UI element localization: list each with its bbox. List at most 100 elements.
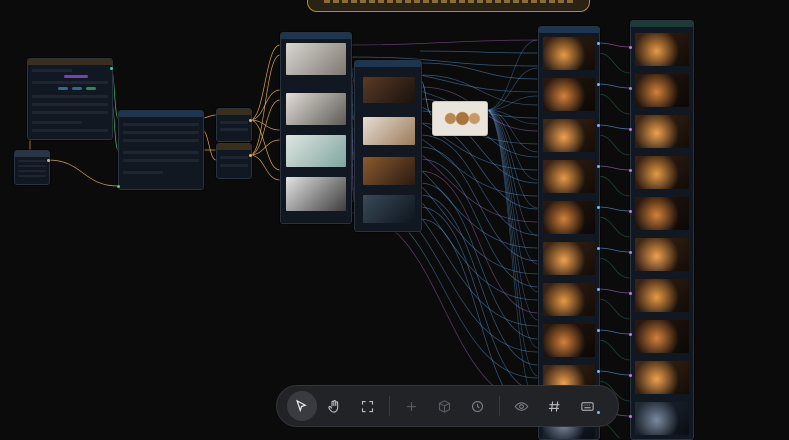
connection-port[interactable] — [628, 373, 632, 377]
connection-port[interactable] — [628, 332, 632, 336]
reference-image[interactable] — [436, 105, 484, 132]
keyboard-button[interactable] — [573, 391, 603, 421]
storyboard-frame[interactable] — [635, 197, 689, 230]
storyboard-frame[interactable] — [635, 156, 689, 189]
reference-image[interactable] — [363, 195, 415, 223]
connection-port[interactable] — [248, 118, 252, 122]
asset-box-button[interactable] — [430, 391, 460, 421]
connection-wire — [597, 175, 631, 197]
node-row[interactable] — [32, 121, 82, 124]
reference-image[interactable] — [363, 157, 415, 185]
storyboard-frame[interactable] — [635, 74, 689, 107]
storyboard-frame[interactable] — [543, 160, 595, 193]
storyboard-frame[interactable] — [635, 115, 689, 148]
connection-port[interactable] — [628, 86, 632, 90]
storyboard-frame[interactable] — [543, 242, 595, 275]
list-item[interactable] — [123, 151, 199, 154]
storyboard-frame[interactable] — [543, 78, 595, 111]
list-item[interactable] — [123, 171, 163, 174]
connection-port[interactable] — [596, 164, 600, 168]
list-item[interactable] — [123, 123, 199, 126]
storyboard-frame[interactable] — [543, 119, 595, 152]
storyboard-frame[interactable] — [635, 33, 689, 66]
node-header[interactable] — [217, 144, 251, 150]
select-tool-button[interactable] — [286, 391, 317, 421]
node-header[interactable] — [217, 109, 251, 115]
connection-port[interactable] — [628, 414, 632, 418]
connection-port[interactable] — [116, 184, 120, 188]
pan-tool-button[interactable] — [320, 391, 350, 421]
cube-icon — [438, 399, 451, 413]
node-row[interactable] — [32, 69, 72, 72]
node-header[interactable] — [355, 61, 421, 67]
list-item[interactable] — [123, 131, 199, 134]
storyboard-column-b[interactable] — [630, 20, 694, 440]
character-reference-group[interactable] — [280, 32, 352, 224]
storyboard-frame[interactable] — [543, 37, 595, 70]
storyboard-frame[interactable] — [635, 238, 689, 271]
mini-table-node[interactable] — [14, 150, 50, 185]
connection-port[interactable] — [628, 127, 632, 131]
table-row — [18, 170, 46, 172]
storyboard-frame[interactable] — [635, 402, 689, 435]
connection-port[interactable] — [628, 45, 632, 49]
storyboard-frame[interactable] — [543, 201, 595, 234]
merge-node-b[interactable] — [216, 143, 252, 179]
connection-port[interactable] — [596, 205, 600, 209]
node-header[interactable] — [631, 21, 693, 27]
node-row[interactable] — [32, 81, 108, 84]
node-row[interactable] — [32, 111, 108, 114]
grid-button[interactable] — [540, 391, 570, 421]
node-header[interactable] — [119, 111, 203, 117]
connection-port[interactable] — [109, 66, 113, 70]
top-notification-banner[interactable] — [307, 0, 590, 12]
connection-port[interactable] — [596, 82, 600, 86]
node-header[interactable] — [15, 151, 49, 157]
connection-port[interactable] — [628, 168, 632, 172]
merge-node-a[interactable] — [216, 108, 252, 142]
node-row[interactable] — [32, 103, 108, 106]
props-reference-node[interactable] — [432, 101, 488, 136]
connection-port[interactable] — [628, 291, 632, 295]
frame-icon — [361, 400, 374, 412]
storyboard-column-a[interactable] — [538, 26, 600, 440]
settings-node[interactable] — [27, 58, 113, 140]
scene-reference-group[interactable] — [354, 60, 422, 232]
node-header[interactable] — [281, 33, 351, 39]
connection-port[interactable] — [46, 158, 50, 162]
list-item[interactable] — [123, 139, 199, 142]
connection-port[interactable] — [596, 41, 600, 45]
connection-wire — [419, 50, 539, 54]
reference-image[interactable] — [363, 117, 415, 145]
storyboard-frame[interactable] — [635, 320, 689, 353]
connection-port[interactable] — [596, 287, 600, 291]
node-header[interactable] — [539, 27, 599, 33]
connection-port[interactable] — [596, 410, 600, 414]
node-row[interactable] — [32, 129, 108, 132]
history-button[interactable] — [463, 391, 493, 421]
reference-image[interactable] — [286, 135, 346, 167]
reference-image[interactable] — [286, 93, 346, 125]
connection-port[interactable] — [596, 123, 600, 127]
storyboard-frame[interactable] — [543, 283, 595, 316]
reference-image[interactable] — [286, 43, 346, 75]
add-node-button[interactable] — [397, 391, 427, 421]
prompt-splitter-node[interactable] — [118, 110, 204, 190]
reference-image[interactable] — [286, 177, 346, 211]
preview-button[interactable] — [507, 391, 537, 421]
connection-port[interactable] — [596, 369, 600, 373]
node-header[interactable] — [28, 59, 112, 65]
storyboard-frame[interactable] — [543, 324, 595, 357]
storyboard-frame[interactable] — [635, 361, 689, 394]
connection-port[interactable] — [596, 328, 600, 332]
list-item[interactable] — [123, 159, 199, 162]
node-row[interactable] — [32, 95, 108, 98]
connection-port[interactable] — [596, 246, 600, 250]
connection-wire — [597, 42, 631, 48]
storyboard-frame[interactable] — [635, 279, 689, 312]
connection-port[interactable] — [628, 250, 632, 254]
fit-view-button[interactable] — [353, 391, 383, 421]
connection-port[interactable] — [248, 153, 252, 157]
connection-port[interactable] — [628, 209, 632, 213]
reference-image[interactable] — [363, 77, 415, 103]
